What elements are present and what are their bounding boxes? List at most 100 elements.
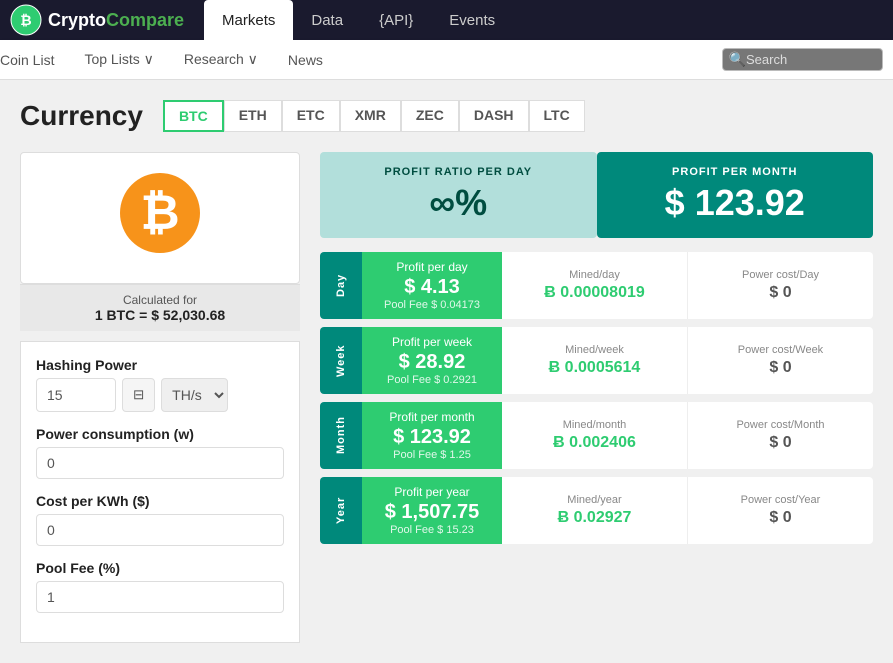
second-navigation: Coin List Top Lists ∨ Research ∨ News 🔍: [0, 40, 893, 80]
calc-label: Calculated for: [28, 293, 292, 307]
hashing-unit-select[interactable]: TH/s GH/s MH/s: [161, 378, 228, 412]
nav-coin-list[interactable]: Coin List: [0, 52, 54, 68]
mined-stat: Mined/week Ƀ 0.0005614: [502, 327, 688, 394]
form-section: Hashing Power ⊟ TH/s GH/s MH/s Power con…: [20, 341, 300, 643]
nav-data[interactable]: Data: [293, 0, 361, 40]
calc-info: Calculated for 1 BTC = $ 52,030.68: [20, 284, 300, 331]
nav-top-lists[interactable]: Top Lists ∨: [84, 51, 153, 68]
page-title: Currency: [20, 100, 143, 132]
period-badge: Day: [320, 252, 362, 319]
profit-amount: $ 28.92: [378, 351, 486, 374]
mined-label: Mined/day: [569, 269, 620, 281]
period-badge: Month: [320, 402, 362, 469]
currency-tabs: BTC ETH ETC XMR ZEC DASH LTC: [163, 100, 585, 132]
mined-stat: Mined/day Ƀ 0.00008019: [502, 252, 688, 319]
search-input[interactable]: [746, 52, 876, 67]
hashing-power-label: Hashing Power: [36, 357, 284, 373]
mined-stat: Mined/month Ƀ 0.002406: [502, 402, 688, 469]
profit-row: Year Profit per year $ 1,507.75 Pool Fee…: [320, 477, 873, 544]
pool-fee-text: Pool Fee $ 1.25: [378, 449, 486, 461]
profit-top-cards: PROFIT RATIO PER DAY ∞% PROFIT PER MONTH…: [320, 152, 873, 238]
pool-fee-text: Pool Fee $ 0.2921: [378, 374, 486, 386]
hashing-power-group: Hashing Power ⊟ TH/s GH/s MH/s: [36, 357, 284, 412]
cost-kwh-input[interactable]: [36, 514, 284, 546]
cost-kwh-label: Cost per KWh ($): [36, 493, 284, 509]
pool-fee-text: Pool Fee $ 0.04173: [378, 299, 486, 311]
power-cost-stat: Power cost/Month $ 0: [688, 402, 873, 469]
power-cost-value: $ 0: [769, 509, 791, 527]
tab-eth[interactable]: ETH: [224, 100, 282, 132]
power-cost-label: Power cost/Day: [742, 269, 819, 281]
tab-etc[interactable]: ETC: [282, 100, 340, 132]
profit-ratio-card: PROFIT RATIO PER DAY ∞%: [320, 152, 597, 238]
logo[interactable]: ₿ CryptoCompare: [10, 4, 184, 36]
tab-zec[interactable]: ZEC: [401, 100, 459, 132]
tab-ltc[interactable]: LTC: [529, 100, 585, 132]
currency-header: Currency BTC ETH ETC XMR ZEC DASH LTC: [20, 100, 873, 132]
profit-main: Profit per year $ 1,507.75 Pool Fee $ 15…: [362, 477, 502, 544]
power-consumption-group: Power consumption (w): [36, 426, 284, 479]
power-cost-stat: Power cost/Week $ 0: [688, 327, 873, 394]
btc-price: 1 BTC = $ 52,030.68: [28, 307, 292, 323]
power-cost-label: Power cost/Month: [736, 419, 824, 431]
tab-btc[interactable]: BTC: [163, 100, 224, 132]
profit-amount: $ 1,507.75: [378, 501, 486, 524]
mined-value: Ƀ 0.0005614: [549, 359, 641, 377]
mined-stat: Mined/year Ƀ 0.02927: [502, 477, 688, 544]
mined-label: Mined/week: [565, 344, 624, 356]
calc-icon-button[interactable]: ⊟: [122, 378, 155, 412]
main-nav: Markets Data {API} Events: [204, 0, 513, 40]
nav-events[interactable]: Events: [431, 0, 513, 40]
nav-markets[interactable]: Markets: [204, 0, 293, 40]
profit-label: Profit per month: [378, 410, 486, 424]
nav-api[interactable]: {API}: [361, 0, 431, 40]
profit-row: Week Profit per week $ 28.92 Pool Fee $ …: [320, 327, 873, 394]
profit-main: Profit per week $ 28.92 Pool Fee $ 0.292…: [362, 327, 502, 394]
profit-amount: $ 4.13: [378, 276, 486, 299]
nav-news[interactable]: News: [288, 52, 323, 68]
left-panel: ₿ Calculated for 1 BTC = $ 52,030.68 Has…: [20, 152, 300, 643]
power-cost-value: $ 0: [769, 284, 791, 302]
logo-icon: ₿: [10, 4, 42, 36]
profit-label: Profit per year: [378, 485, 486, 499]
profit-rows: Day Profit per day $ 4.13 Pool Fee $ 0.0…: [320, 252, 873, 544]
power-consumption-input[interactable]: [36, 447, 284, 479]
power-cost-label: Power cost/Year: [741, 494, 821, 506]
pool-fee-input[interactable]: [36, 581, 284, 613]
mined-value: Ƀ 0.00008019: [544, 284, 645, 302]
profit-label: Profit per week: [378, 335, 486, 349]
profit-month-label: PROFIT PER MONTH: [617, 166, 854, 178]
mined-label: Mined/year: [567, 494, 621, 506]
power-cost-value: $ 0: [769, 359, 791, 377]
coin-card: ₿: [20, 152, 300, 284]
top-navigation: ₿ CryptoCompare Markets Data {API} Event…: [0, 0, 893, 40]
nav-research[interactable]: Research ∨: [184, 51, 258, 68]
search-wrap[interactable]: 🔍: [722, 48, 883, 71]
profit-amount: $ 123.92: [378, 426, 486, 449]
logo-crypto: Crypto: [48, 10, 106, 30]
right-panel: PROFIT RATIO PER DAY ∞% PROFIT PER MONTH…: [320, 152, 873, 643]
pool-fee-group: Pool Fee (%): [36, 560, 284, 613]
tab-xmr[interactable]: XMR: [340, 100, 401, 132]
mined-value: Ƀ 0.002406: [553, 434, 636, 452]
hashing-power-input[interactable]: [36, 378, 116, 412]
mined-label: Mined/month: [563, 419, 627, 431]
profit-main: Profit per day $ 4.13 Pool Fee $ 0.04173: [362, 252, 502, 319]
profit-ratio-value: ∞%: [340, 182, 577, 224]
profit-ratio-label: PROFIT RATIO PER DAY: [340, 166, 577, 178]
svg-text:₿: ₿: [20, 12, 31, 28]
pool-fee-label: Pool Fee (%): [36, 560, 284, 576]
logo-compare: Compare: [106, 10, 184, 30]
profit-month-value: $ 123.92: [617, 182, 854, 224]
profit-month-card: PROFIT PER MONTH $ 123.92: [597, 152, 874, 238]
main-content: Currency BTC ETH ETC XMR ZEC DASH LTC ₿ …: [0, 80, 893, 663]
btc-icon: ₿: [120, 173, 200, 253]
search-icon: 🔍: [729, 51, 746, 68]
profit-row: Month Profit per month $ 123.92 Pool Fee…: [320, 402, 873, 469]
profit-label: Profit per day: [378, 260, 486, 274]
pool-fee-text: Pool Fee $ 15.23: [378, 524, 486, 536]
profit-main: Profit per month $ 123.92 Pool Fee $ 1.2…: [362, 402, 502, 469]
power-cost-stat: Power cost/Day $ 0: [688, 252, 873, 319]
tab-dash[interactable]: DASH: [459, 100, 529, 132]
power-cost-label: Power cost/Week: [738, 344, 823, 356]
